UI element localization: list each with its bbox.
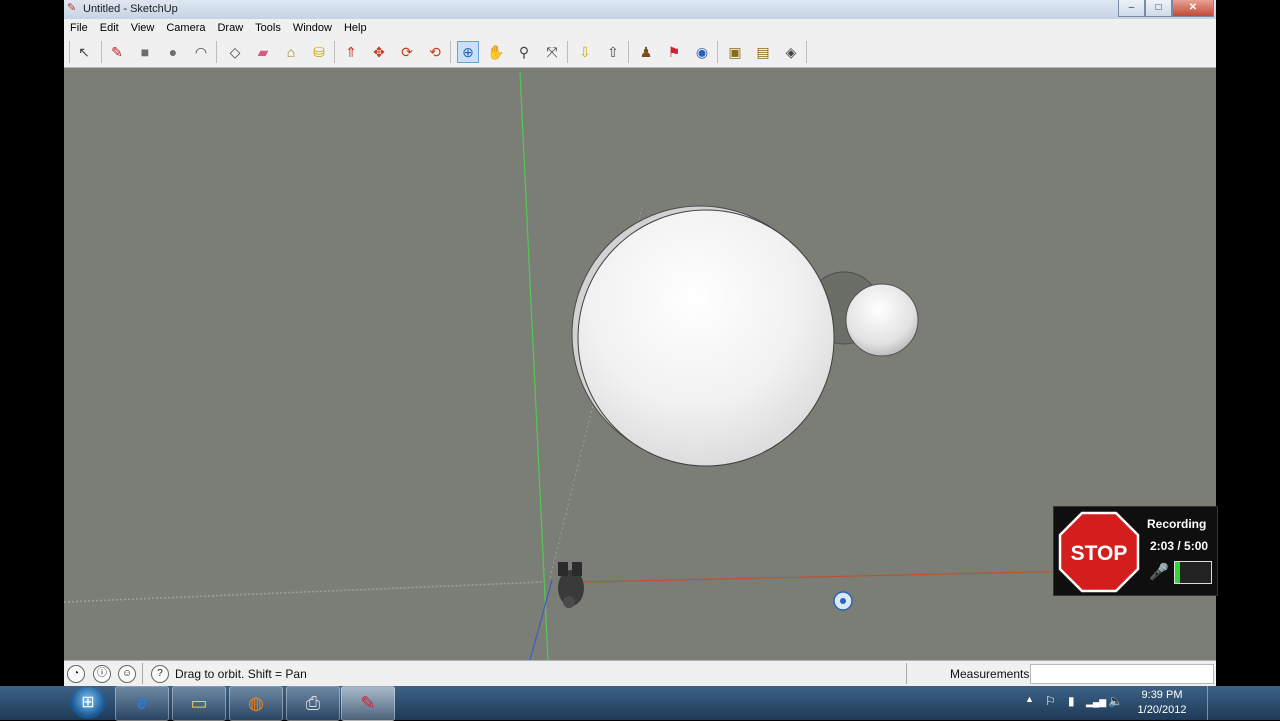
circle-tool-icon[interactable]: ● — [162, 41, 184, 63]
toolbar-separator — [628, 41, 629, 63]
stop-recording-button[interactable]: STOP — [1058, 511, 1140, 593]
small-sphere[interactable] — [845, 283, 919, 357]
title-bar: ✎ Untitled - SketchUp – □ ✕ — [64, 0, 1216, 19]
toolbar-separator — [101, 41, 102, 63]
status-hint: Drag to orbit. Shift = Pan — [175, 667, 307, 681]
extension-warehouse-icon[interactable]: ◈ — [780, 41, 802, 63]
rotate-tool-icon[interactable]: ⟳ — [396, 41, 418, 63]
audio-level-meter — [1174, 561, 1212, 584]
stop-label: STOP — [1071, 542, 1128, 565]
measurements-label: Measurements — [950, 667, 1030, 681]
toolbar-separator — [69, 41, 70, 63]
show-hidden-icons[interactable]: ▲ — [1025, 694, 1034, 704]
toolbar-separator — [806, 41, 807, 63]
orbit-cursor — [833, 591, 853, 611]
volume-icon[interactable]: 🔈 — [1108, 694, 1123, 708]
modeling-viewport[interactable] — [64, 68, 1216, 660]
elapsed-time: 2:03 — [1150, 539, 1175, 553]
green-axis — [519, 71, 549, 660]
audio-level-fill — [1175, 562, 1181, 583]
arc-tool-icon[interactable]: ◠ — [190, 41, 212, 63]
paint-bucket-icon[interactable]: ⛁ — [308, 41, 330, 63]
system-clock[interactable]: 9:39 PM 1/20/2012 — [1130, 688, 1194, 718]
window-title: Untitled - SketchUp — [83, 3, 178, 15]
menu-window[interactable]: Window — [287, 19, 338, 37]
action-center-icon[interactable]: ⚐ — [1045, 694, 1056, 708]
credits-icon[interactable]: ⓘ — [93, 665, 111, 683]
share-component-icon[interactable]: ▤ — [752, 41, 774, 63]
recording-status: Recording — [1147, 517, 1207, 531]
move-tool-icon[interactable]: ✥ — [368, 41, 390, 63]
toolbar-separator — [450, 41, 451, 63]
look-around-icon[interactable]: ◉ — [691, 41, 713, 63]
sketchup-window: ✎ Untitled - SketchUp – □ ✕ File Edit Vi… — [64, 0, 1216, 687]
close-button[interactable]: ✕ — [1172, 0, 1214, 17]
hidden-green-axis — [64, 581, 545, 603]
recording-time: 2:03 / 5:00 — [1150, 539, 1209, 553]
walk-tool-icon[interactable]: ⚑ — [663, 41, 685, 63]
menu-file[interactable]: File — [64, 19, 94, 37]
orbit-tool-icon[interactable]: ⊕ — [457, 41, 479, 63]
show-desktop-button[interactable] — [1207, 686, 1217, 720]
microphone-icon[interactable]: 🎤 — [1149, 562, 1169, 582]
get-components-icon[interactable]: ▣ — [724, 41, 746, 63]
scale-figure[interactable] — [558, 562, 584, 608]
pan-tool-icon[interactable]: ✋ — [485, 41, 507, 63]
toolbar-separator — [216, 41, 217, 63]
pencil-tool-icon[interactable]: ✎ — [106, 41, 128, 63]
clock-date: 1/20/2012 — [1137, 704, 1187, 716]
start-button[interactable]: ⊞ — [70, 687, 106, 719]
minimize-button[interactable]: – — [1118, 0, 1145, 17]
select-tool-icon[interactable]: ↖ — [73, 41, 95, 63]
battery-icon[interactable]: ▮ — [1068, 694, 1075, 708]
push-pull-icon[interactable]: ⇑ — [340, 41, 362, 63]
window-controls: – □ ✕ — [1118, 0, 1214, 17]
menu-tools[interactable]: Tools — [249, 19, 287, 37]
eraser-tool-icon[interactable]: ▰ — [252, 41, 274, 63]
menu-camera[interactable]: Camera — [160, 19, 211, 37]
help-icon[interactable]: ? — [151, 665, 169, 683]
user-icon[interactable]: ☺ — [118, 665, 136, 683]
measurements-field[interactable] — [1030, 664, 1214, 684]
toolbar-separator — [334, 41, 335, 63]
firefox-taskbar-button[interactable]: ◍ — [229, 686, 283, 721]
get-models-icon[interactable]: ⇩ — [574, 41, 596, 63]
toolbar-separator — [567, 41, 568, 63]
time-limit: 5:00 — [1184, 539, 1209, 553]
clock-time: 9:39 PM — [1141, 689, 1183, 701]
menu-view[interactable]: View — [125, 19, 161, 37]
blue-axis — [529, 579, 553, 660]
menu-draw[interactable]: Draw — [211, 19, 249, 37]
menu-bar: File Edit View Camera Draw Tools Window … — [64, 19, 1216, 37]
status-separator — [906, 663, 907, 684]
windows-logo-icon: ⊞ — [81, 694, 95, 711]
sketchup-taskbar-button[interactable]: ✎ — [341, 686, 395, 721]
menu-edit[interactable]: Edit — [94, 19, 125, 37]
maximize-button[interactable]: □ — [1145, 0, 1172, 17]
zoom-tool-icon[interactable]: ⚲ — [513, 41, 535, 63]
status-bar: ◔ ⓘ ☺ ? Drag to orbit. Shift = Pan Measu… — [64, 660, 1216, 687]
printer-taskbar-button[interactable]: ⎙ — [286, 686, 340, 721]
main-toolbar: ↖ ✎ ■ ● ◠ ◇ ▰ ⌂ ⛁ ⇑ ✥ ⟳ ⟲ ⊕ ✋ ⚲ ⤧ ⇩ ⇧ ♟ … — [64, 37, 1216, 68]
scene-canvas[interactable] — [64, 68, 1216, 660]
offset-tool-icon[interactable]: ⟲ — [424, 41, 446, 63]
toolbar-separator — [717, 41, 718, 63]
tape-measure-icon[interactable]: ⌂ — [280, 41, 302, 63]
big-sphere[interactable] — [577, 209, 835, 467]
network-icon[interactable]: ▂▄▆ — [1086, 697, 1106, 708]
rectangle-tool-icon[interactable]: ■ — [134, 41, 156, 63]
menu-help[interactable]: Help — [338, 19, 373, 37]
status-separator — [142, 663, 143, 684]
explorer-taskbar-button[interactable]: ▭ — [172, 686, 226, 721]
share-model-icon[interactable]: ⇧ — [602, 41, 624, 63]
make-component-icon[interactable]: ◇ — [224, 41, 246, 63]
position-camera-icon[interactable]: ♟ — [635, 41, 657, 63]
geolocation-icon[interactable]: ◔ — [67, 665, 85, 683]
sketchup-app-icon: ✎ — [67, 2, 77, 14]
ie-taskbar-button[interactable]: e — [115, 686, 169, 721]
screen-recorder-widget: STOP Recording 2:03 / 5:00 🎤 — [1053, 506, 1218, 596]
zoom-extents-icon[interactable]: ⤧ — [541, 41, 563, 63]
